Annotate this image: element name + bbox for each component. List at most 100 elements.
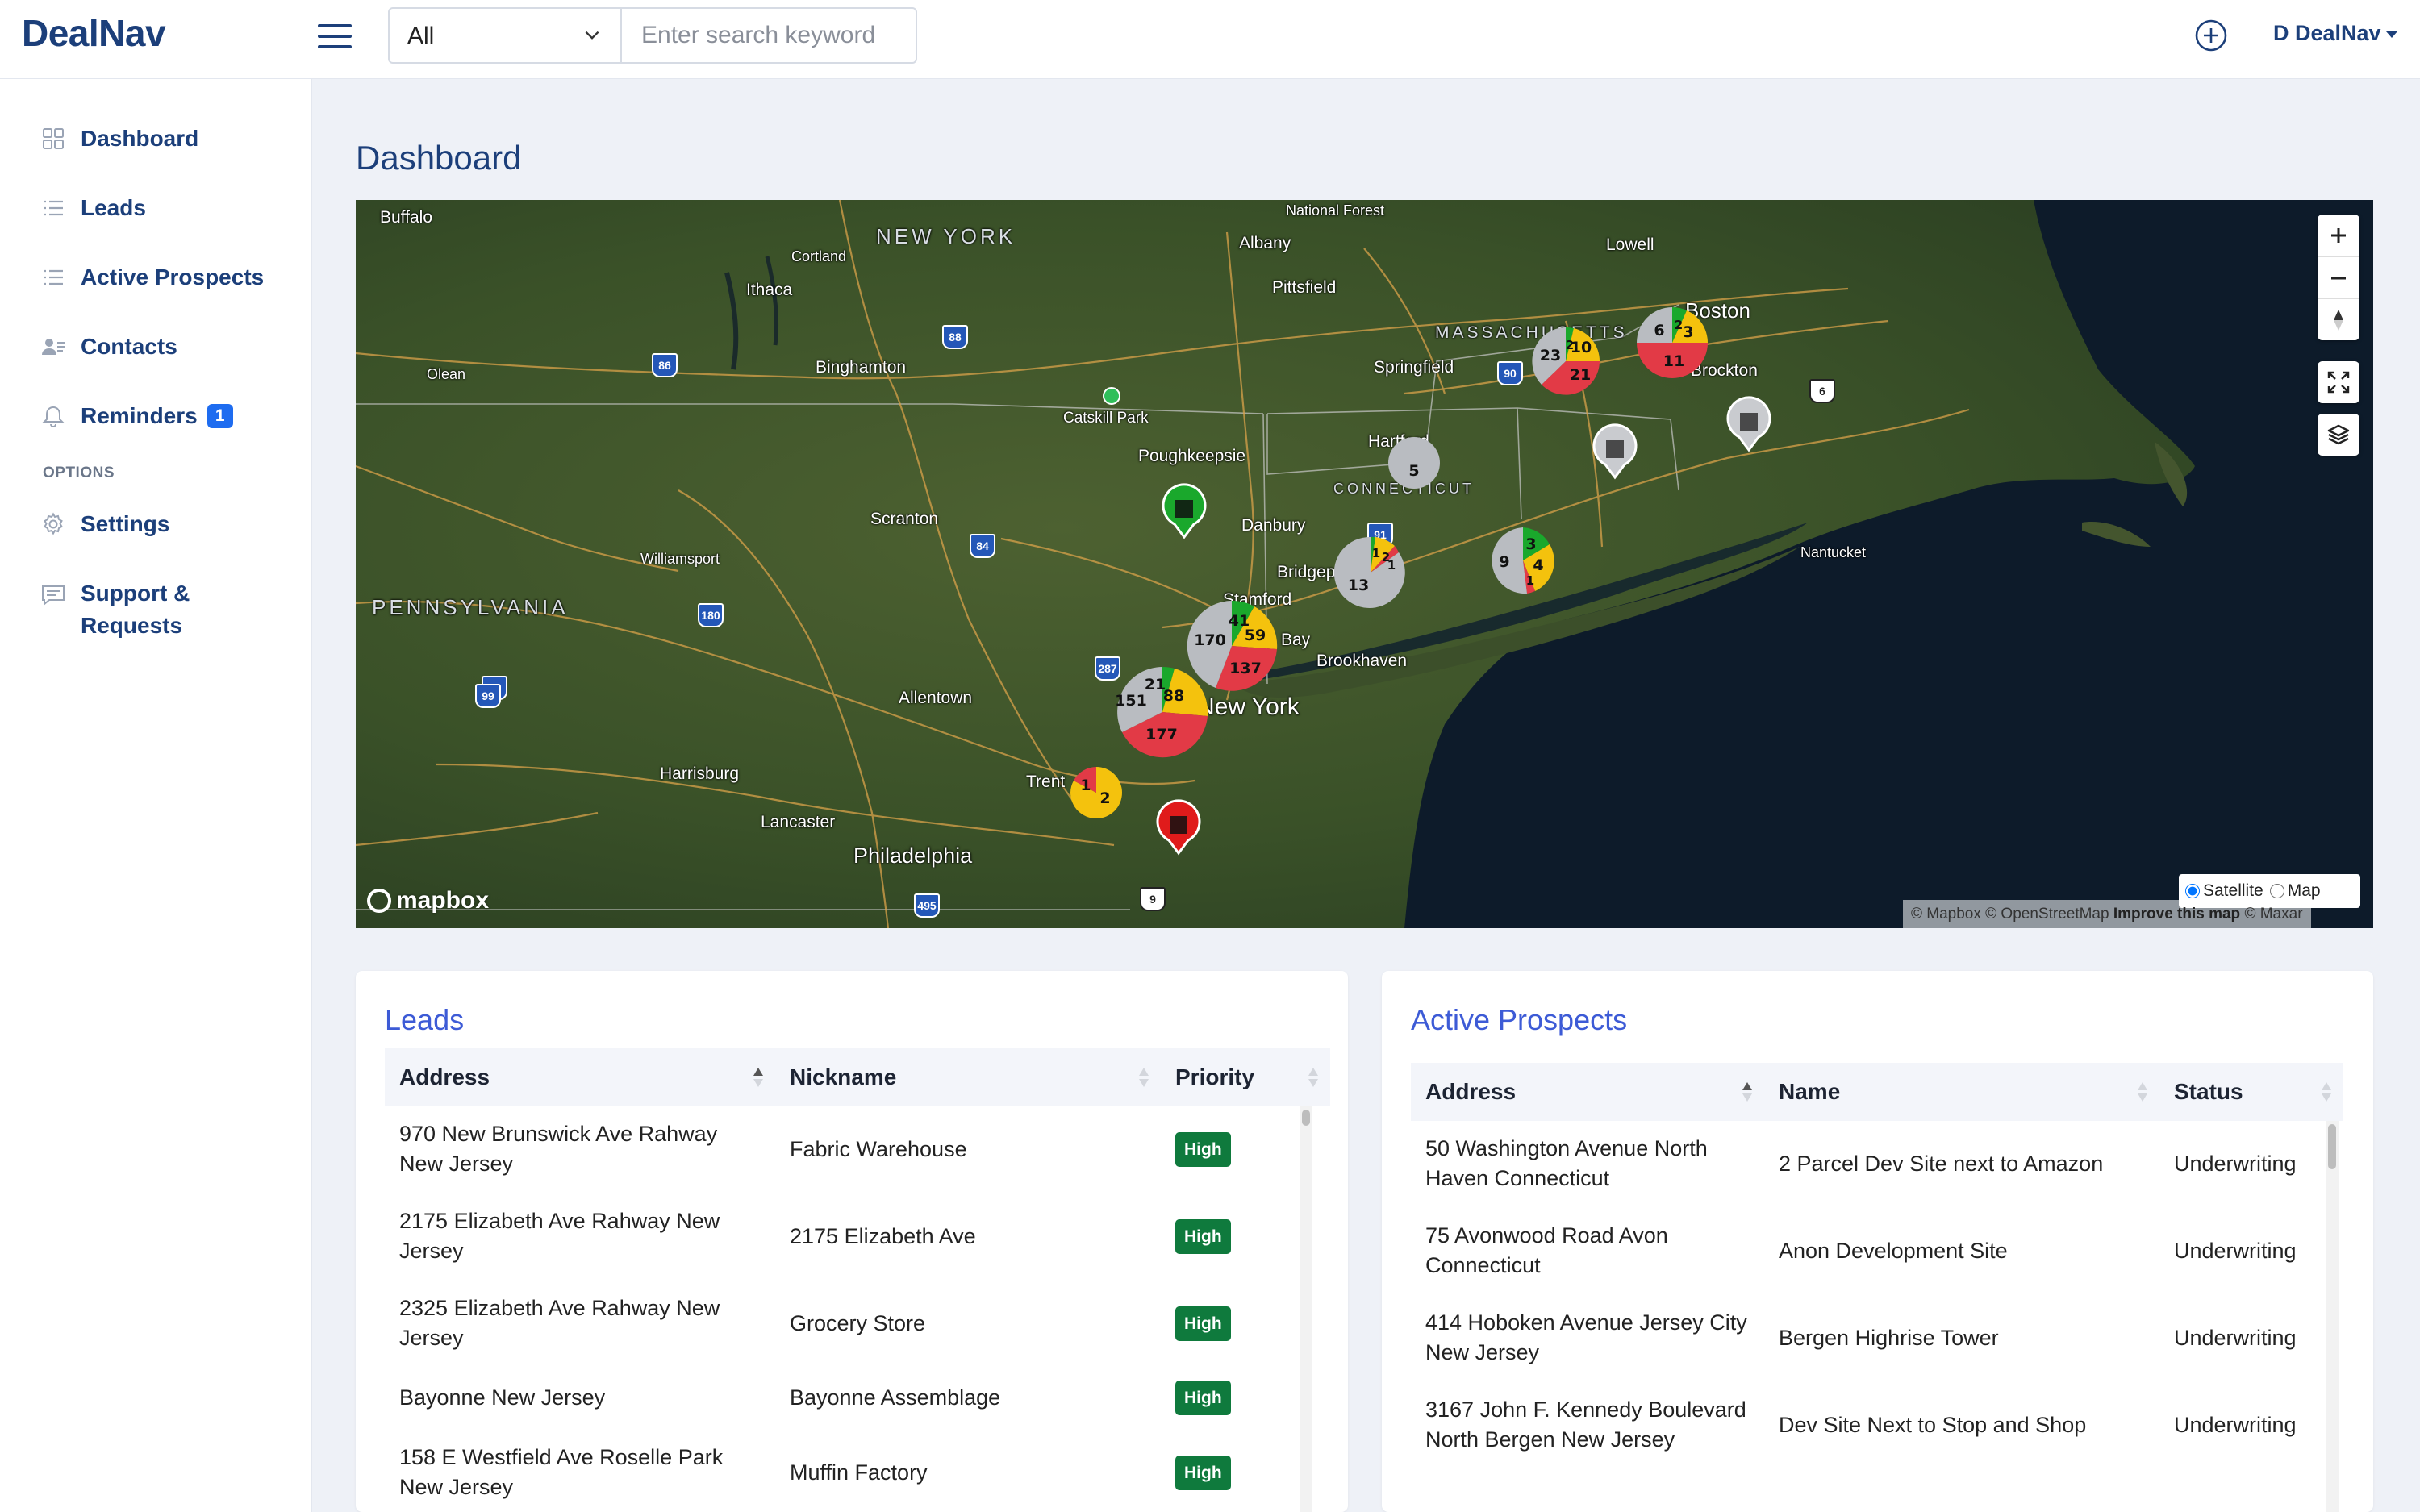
active-prospects-title[interactable]: Active Prospects	[1411, 1003, 1627, 1037]
cluster-count: 4	[1533, 556, 1543, 574]
chevron-down-icon	[585, 31, 599, 40]
sort-icon	[1139, 1068, 1149, 1087]
zoom-in-button[interactable]	[2318, 215, 2360, 256]
column-header-nickname[interactable]: Nickname	[775, 1048, 1161, 1106]
sort-icon	[1742, 1082, 1752, 1102]
prospects-scrollbar[interactable]	[2326, 1121, 2339, 1512]
improve-map-link[interactable]: Improve this map	[2113, 906, 2240, 923]
user-menu[interactable]: D DealNav	[2273, 21, 2397, 46]
app-logo[interactable]: DealNav	[22, 11, 166, 55]
map-marker-green[interactable]	[1162, 483, 1207, 539]
search-filter-select[interactable]: All	[390, 9, 622, 62]
map-attribution: © Mapbox © OpenStreetMap Improve this ma…	[1903, 900, 2311, 928]
column-header-priority[interactable]: Priority	[1161, 1048, 1330, 1106]
leads-scrollbar[interactable]	[1300, 1106, 1312, 1512]
scrollbar-thumb[interactable]	[2328, 1124, 2336, 1169]
layers-button[interactable]	[2318, 414, 2360, 456]
list-icon	[40, 264, 66, 290]
layers-icon	[2327, 424, 2350, 445]
sidebar-item-label: Settings	[81, 511, 170, 536]
mapbox-brand-text: mapbox	[396, 887, 490, 914]
menu-toggle-button[interactable]	[318, 21, 353, 53]
fullscreen-button[interactable]	[2318, 361, 2360, 403]
sidebar-item-label: Support & Requests	[81, 581, 190, 638]
leads-card: Leads Address Nickname Priority 970 New …	[356, 971, 1348, 1512]
table-row[interactable]: 3167 John F. Kennedy Boulevard North Ber…	[1411, 1382, 2343, 1469]
column-header-address[interactable]: Address	[385, 1048, 775, 1106]
mapbox-logo[interactable]: mapbox	[367, 887, 489, 914]
sort-icon	[1308, 1068, 1318, 1087]
map-radio[interactable]	[2269, 884, 2284, 898]
map-view[interactable]: Buffalo Cortland NEW YORK Albany Nationa…	[356, 200, 2373, 928]
scrollbar-thumb[interactable]	[1302, 1110, 1310, 1126]
zoom-out-button[interactable]	[2318, 256, 2360, 298]
style-option-map[interactable]: Map	[2269, 881, 2321, 901]
table-row[interactable]: 2175 Elizabeth Ave Rahway New Jersey 217…	[385, 1193, 1330, 1281]
cluster-count: 23	[1540, 347, 1561, 364]
attribution-maxar[interactable]: © Maxar	[2244, 906, 2302, 923]
satellite-radio[interactable]	[2185, 884, 2200, 898]
table-row[interactable]: 2325 Elizabeth Ave Rahway New Jersey Gro…	[385, 1281, 1330, 1368]
sidebar-item-dashboard[interactable]: Dashboard	[40, 123, 198, 155]
map-cluster-boston[interactable]: 6 2 3 11	[1637, 307, 1708, 378]
table-row[interactable]: 970 New Brunswick Ave Rahway New Jersey …	[385, 1106, 1330, 1193]
priority-badge: High	[1175, 1218, 1231, 1254]
search-filter-value: All	[407, 23, 435, 49]
cell-status: Underwriting	[2174, 1325, 2297, 1350]
table-row[interactable]: 75 Avonwood Road Avon Connecticut Anon D…	[1411, 1208, 2343, 1295]
map-cluster-nyc-north[interactable]: 170 41 59 137	[1187, 600, 1278, 691]
sidebar-item-leads[interactable]: Leads	[40, 192, 146, 224]
column-header-label: Address	[399, 1064, 490, 1089]
map-cluster-newhaven[interactable]: 9 3 4 1	[1492, 527, 1554, 594]
bell-icon	[40, 403, 66, 429]
table-row[interactable]: 158 E Westfield Ave Roselle Park New Jer…	[385, 1430, 1330, 1512]
top-bar: DealNav All D DealNav	[0, 0, 2420, 79]
sidebar-item-label: Contacts	[81, 334, 177, 359]
table-row[interactable]: 50 Washington Avenue North Haven Connect…	[1411, 1121, 2343, 1208]
cell-address: 414 Hoboken Avenue Jersey City New Jerse…	[1425, 1310, 1747, 1364]
table-row[interactable]: Bayonne New Jersey Bayonne Assemblage Hi…	[385, 1368, 1330, 1430]
chat-icon	[40, 582, 66, 608]
map-cluster-trenton[interactable]: 1 2	[1070, 767, 1122, 818]
sidebar-item-reminders[interactable]: Reminders 1	[40, 400, 233, 432]
grid-icon	[40, 126, 66, 152]
cluster-count: 2	[1675, 318, 1683, 332]
caret-down-icon	[2385, 31, 2397, 38]
user-menu-label: D DealNav	[2273, 21, 2381, 45]
table-row[interactable]: 414 Hoboken Avenue Jersey City New Jerse…	[1411, 1295, 2343, 1382]
sidebar-item-settings[interactable]: Settings	[40, 508, 169, 540]
page-title: Dashboard	[356, 139, 522, 177]
cluster-count: 21	[1570, 366, 1591, 384]
column-header-status[interactable]: Status	[2159, 1063, 2343, 1121]
map-marker-place[interactable]	[1103, 387, 1120, 405]
map-marker-gray[interactable]	[1726, 396, 1771, 452]
map-marker-red[interactable]	[1156, 799, 1201, 856]
cluster-count: 59	[1245, 627, 1266, 644]
attribution-text[interactable]: © Mapbox © OpenStreetMap	[1911, 906, 2109, 923]
map-cluster-hartford[interactable]: 5	[1388, 437, 1440, 489]
cell-name: Dev Site Next to Stop and Shop	[1779, 1412, 2087, 1437]
map-cluster-bridgeport[interactable]: 13 1 2 1	[1333, 536, 1405, 608]
map-marker-gray[interactable]	[1592, 423, 1638, 480]
leads-title[interactable]: Leads	[385, 1003, 464, 1037]
map-cluster-nyc[interactable]: 151 21 88 177	[1115, 666, 1208, 758]
column-header-address[interactable]: Address	[1411, 1063, 1764, 1121]
map-cluster-springfield[interactable]: 23 2 10 21	[1532, 327, 1600, 395]
search-input[interactable]	[624, 9, 916, 62]
compass-button[interactable]	[2318, 298, 2360, 340]
sidebar-item-support[interactable]: Support & Requests	[40, 577, 210, 642]
cluster-count: 88	[1163, 687, 1184, 705]
cluster-count: 9	[1499, 553, 1509, 571]
column-header-name[interactable]: Name	[1764, 1063, 2159, 1121]
sidebar-item-active-prospects[interactable]: Active Prospects	[40, 261, 264, 294]
cell-nickname: Fabric Warehouse	[790, 1136, 967, 1161]
cluster-count: 137	[1229, 660, 1262, 677]
cell-address: 970 New Brunswick Ave Rahway New Jersey	[399, 1122, 718, 1176]
global-search: All	[388, 7, 917, 64]
add-circle-icon[interactable]	[2194, 19, 2228, 52]
cell-status: Underwriting	[2174, 1238, 2297, 1263]
style-option-satellite[interactable]: Satellite	[2185, 881, 2264, 901]
sidebar-item-contacts[interactable]: Contacts	[40, 331, 177, 363]
cluster-count: 170	[1194, 631, 1226, 649]
cell-nickname: Bayonne Assemblage	[790, 1385, 1001, 1410]
